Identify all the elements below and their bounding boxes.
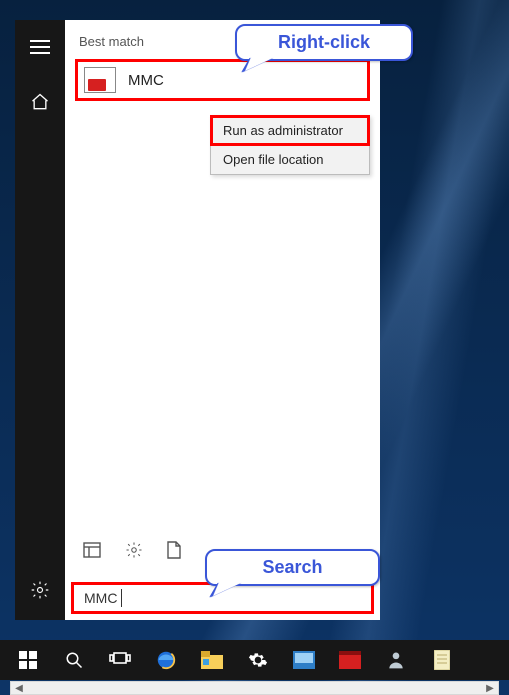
taskbar-app-person[interactable]: [374, 640, 418, 680]
taskbar-app-blue[interactable]: [282, 640, 326, 680]
taskbar-app-red[interactable]: [328, 640, 372, 680]
taskbar: [0, 640, 509, 680]
scroll-track[interactable]: [27, 682, 482, 694]
ctx-open-file-location[interactable]: Open file location: [211, 145, 369, 174]
taskbar-taskview-button[interactable]: [98, 640, 142, 680]
hamburger-button[interactable]: [30, 40, 50, 54]
start-rail: [15, 20, 65, 620]
search-panel: Best match MMC Run as administrator Open…: [65, 20, 380, 620]
start-menu: Best match MMC Run as administrator Open…: [15, 20, 380, 620]
apps-filter-icon[interactable]: [83, 542, 101, 558]
search-result-mmc[interactable]: MMC: [75, 59, 370, 101]
callout-search-text: Search: [262, 557, 322, 577]
taskbar-explorer-button[interactable]: [190, 640, 234, 680]
search-result-label: MMC: [128, 72, 164, 89]
text-caret: [121, 589, 122, 607]
callout-search: Search: [205, 549, 380, 586]
taskbar-search-button[interactable]: [52, 640, 96, 680]
taskbar-notepad-button[interactable]: [420, 640, 464, 680]
rail-settings-button[interactable]: [30, 580, 50, 600]
taskbar-settings-button[interactable]: [236, 640, 280, 680]
scroll-left-icon[interactable]: ◀: [11, 682, 27, 694]
settings-filter-icon[interactable]: [125, 541, 143, 559]
documents-filter-icon[interactable]: [167, 541, 181, 559]
taskbar-start-button[interactable]: [6, 640, 50, 680]
callout-right-click: Right-click: [235, 24, 413, 61]
context-menu: Run as administrator Open file location: [210, 115, 370, 175]
taskbar-ie-button[interactable]: [144, 640, 188, 680]
search-input-value: MMC: [84, 590, 117, 606]
home-button[interactable]: [30, 92, 50, 112]
window-scrollbar[interactable]: ◀ ▶: [10, 681, 499, 695]
mmc-icon: [84, 67, 116, 93]
scroll-right-icon[interactable]: ▶: [482, 682, 498, 694]
ctx-run-as-admin[interactable]: Run as administrator: [211, 116, 369, 145]
callout-right-click-text: Right-click: [278, 32, 370, 52]
